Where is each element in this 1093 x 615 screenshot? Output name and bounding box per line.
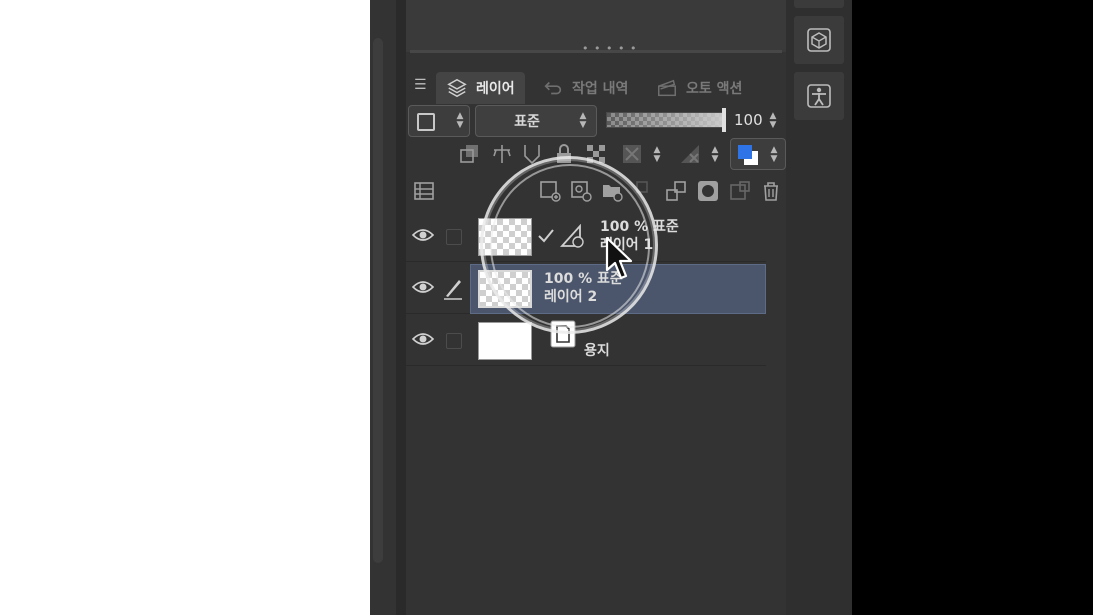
tab-auto-action[interactable]: 오토 액션: [646, 72, 752, 104]
scrollbar-thumb[interactable]: [373, 38, 383, 563]
menu-icon[interactable]: ☰: [414, 78, 428, 92]
expression-color-select[interactable]: ▲ ▼: [408, 105, 470, 137]
cube-icon: [807, 28, 831, 52]
panel-tabs: ☰ 레이어 작업 내역 오토 액션: [406, 70, 786, 104]
layer-lock-checkbox[interactable]: [446, 229, 462, 245]
layer-color-select[interactable]: ▲ ▼: [730, 138, 786, 170]
mouse-cursor-icon: [605, 236, 633, 280]
combine-layer-icon[interactable]: [664, 179, 688, 203]
eye-icon[interactable]: [412, 331, 434, 347]
mask-off-icon[interactable]: [620, 142, 644, 166]
opacity-slider[interactable]: [606, 112, 724, 128]
3d-object-button[interactable]: [794, 16, 844, 64]
blend-mode-value: 표준: [514, 114, 540, 130]
auto-action-icon: [658, 79, 676, 97]
tab-layer-label: 레이어: [476, 81, 515, 97]
strip-edge: [396, 0, 406, 615]
stepper-icon: ▲ ▼: [456, 111, 464, 130]
panel-divider: [410, 50, 782, 53]
layer-lock-checkbox[interactable]: [446, 333, 462, 349]
trash-icon[interactable]: [759, 179, 783, 203]
right-toolbar: [786, 0, 852, 615]
layer-property-panel-icon[interactable]: [412, 179, 436, 203]
layer-name: 용지: [584, 343, 610, 359]
ruler-off-icon[interactable]: [678, 142, 702, 166]
eye-icon[interactable]: [412, 227, 434, 243]
opacity-stepper-icon[interactable]: ▲ ▼: [768, 112, 778, 130]
layer-property-row: ▲ ▼ 표준 ▲ ▼ 100 ▲ ▼: [406, 104, 786, 137]
mask-stepper-icon[interactable]: ▲ ▼: [652, 146, 662, 164]
opacity-value[interactable]: 100: [734, 111, 763, 129]
reference-icon[interactable]: [490, 142, 514, 166]
apply-mask-icon[interactable]: [728, 179, 752, 203]
left-scroll-strip: [370, 0, 406, 615]
layer-color-stepper-icon: ▲ ▼: [770, 145, 778, 164]
tab-history-label: 작업 내역: [572, 81, 629, 97]
layer-thumbnail: [478, 322, 532, 360]
figure-icon: [807, 84, 831, 108]
opacity-slider-handle[interactable]: [722, 108, 726, 132]
tab-history[interactable]: 작업 내역: [532, 72, 638, 104]
layer-meta: 용지: [584, 342, 610, 360]
layer-mask-icon[interactable]: [696, 179, 720, 203]
canvas-area[interactable]: [0, 0, 370, 615]
resize-grip[interactable]: • • • • •: [582, 42, 637, 55]
clip-icon[interactable]: [458, 142, 482, 166]
toolbar-button-top[interactable]: [794, 0, 844, 8]
undo-icon: [544, 81, 562, 95]
layer-stack-icon: [447, 78, 467, 98]
tab-layer[interactable]: 레이어: [436, 72, 525, 104]
blend-stepper-icon: ▲ ▼: [579, 111, 587, 130]
blend-mode-select[interactable]: 표준 ▲ ▼: [475, 105, 597, 137]
layer-color-icon: [738, 145, 758, 165]
pen-icon: [444, 280, 462, 300]
3d-figure-button[interactable]: [794, 72, 844, 120]
outer-dark-area: [852, 0, 1093, 615]
ruler-stepper-icon[interactable]: ▲ ▼: [710, 146, 720, 164]
tab-auto-action-label: 오토 액션: [686, 81, 743, 97]
color-square-icon: [417, 113, 435, 131]
eye-icon[interactable]: [412, 279, 434, 295]
